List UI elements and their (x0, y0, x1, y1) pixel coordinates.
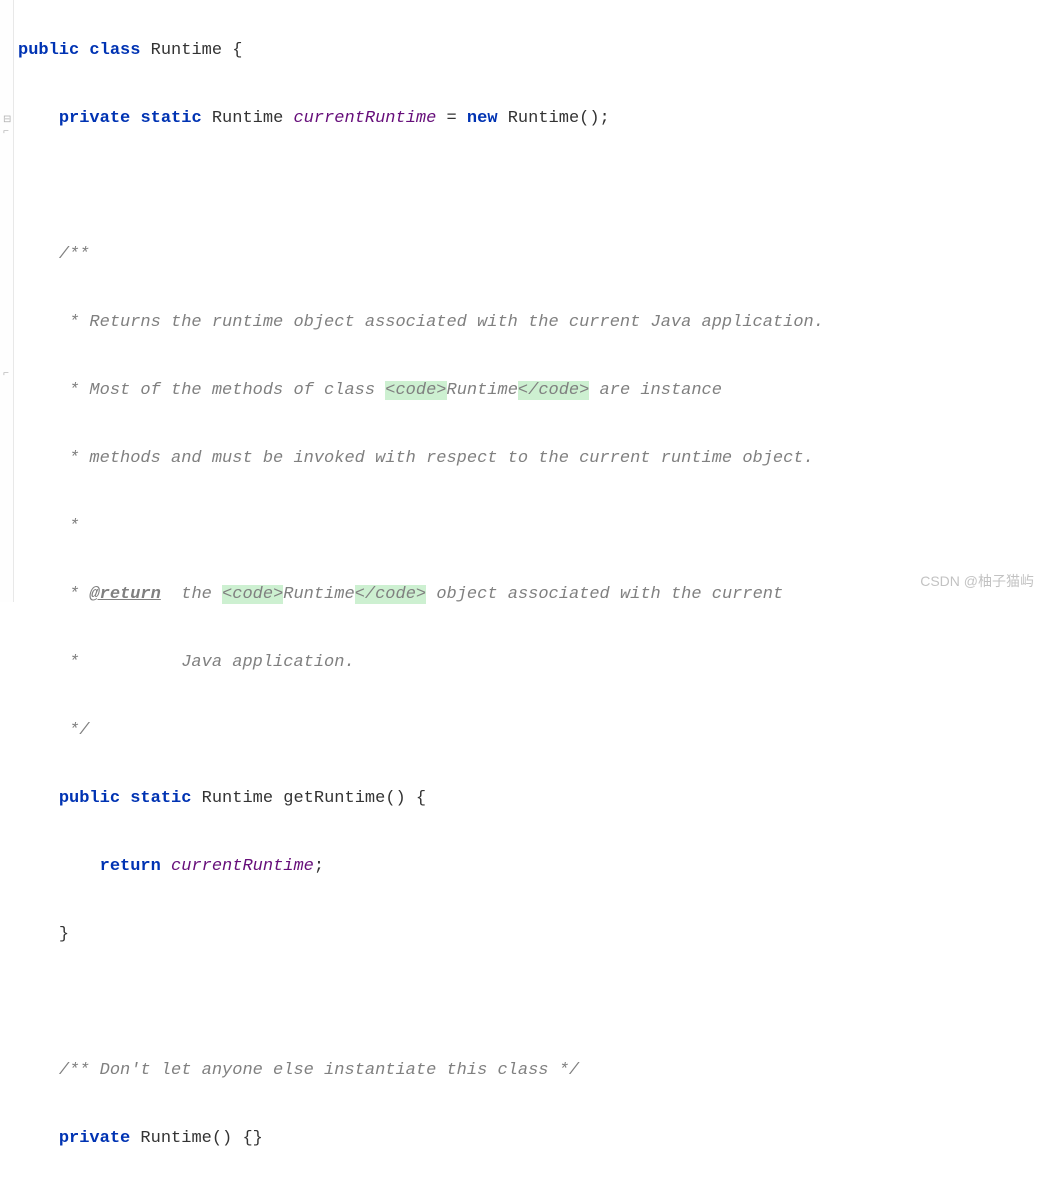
keyword: public (59, 789, 120, 808)
field: currentRuntime (293, 109, 436, 128)
javadoc-open: /** (59, 245, 90, 264)
javadoc-line: * Returns the runtime object associated … (69, 313, 824, 332)
type: Runtime (202, 789, 284, 808)
brace: { (232, 41, 242, 60)
type: Runtime (212, 109, 294, 128)
code-line: * Most of the methods of class <code>Run… (18, 374, 1044, 408)
code-block: public class Runtime { private static Ru… (0, 0, 1044, 1190)
code-line: * @return the <code>Runtime</code> objec… (18, 578, 1044, 612)
brace: } (59, 925, 69, 944)
code-line: public class Runtime { (18, 34, 1044, 68)
code-line: /** (18, 238, 1044, 272)
javadoc-line: * Most of the methods of class (69, 381, 385, 400)
keyword: public (18, 41, 79, 60)
code-line (18, 986, 1044, 1020)
comment: /** Don't let anyone else instantiate th… (59, 1061, 579, 1080)
code-line: public static Runtime getRuntime() { (18, 782, 1044, 816)
keyword: new (467, 109, 498, 128)
method-name: getRuntime (283, 789, 385, 808)
code-tag: </code> (355, 585, 426, 604)
fold-marker-icon: ⌐ (3, 128, 9, 138)
keyword: private (59, 109, 130, 128)
keyword: static (140, 109, 201, 128)
code-line: private Runtime() {} (18, 1122, 1044, 1156)
keyword: static (130, 789, 191, 808)
code-line: * (18, 510, 1044, 544)
javadoc-line: * (69, 517, 79, 536)
code-line: */ (18, 714, 1044, 748)
javadoc-line: * Java application. (69, 653, 355, 672)
fold-marker-icon: ⊟ (3, 116, 11, 126)
code-line: * methods and must be invoked with respe… (18, 442, 1044, 476)
code-line: return currentRuntime; (18, 850, 1044, 884)
watermark: CSDN @柚子猫屿 (920, 564, 1034, 598)
fold-marker-icon: ⌐ (3, 370, 9, 380)
code-line: private static Runtime currentRuntime = … (18, 102, 1044, 136)
code-line: * Returns the runtime object associated … (18, 306, 1044, 340)
field: currentRuntime (171, 857, 314, 876)
keyword: private (59, 1129, 130, 1148)
javadoc-line: * methods and must be invoked with respe… (69, 449, 814, 468)
code-tag: </code> (518, 381, 589, 400)
code-tag: <code> (222, 585, 283, 604)
javadoc-close: */ (69, 721, 89, 740)
javadoc-return-tag: @return (89, 585, 160, 604)
code-line: * Java application. (18, 646, 1044, 680)
code-line (18, 170, 1044, 204)
keyword: class (89, 41, 140, 60)
class-name: Runtime (151, 41, 222, 60)
code-line: } (18, 918, 1044, 952)
code-tag: <code> (385, 381, 446, 400)
keyword: return (100, 857, 161, 876)
gutter: ⊟ ⌐ ⌐ (0, 0, 14, 602)
code-line: /** Don't let anyone else instantiate th… (18, 1054, 1044, 1088)
